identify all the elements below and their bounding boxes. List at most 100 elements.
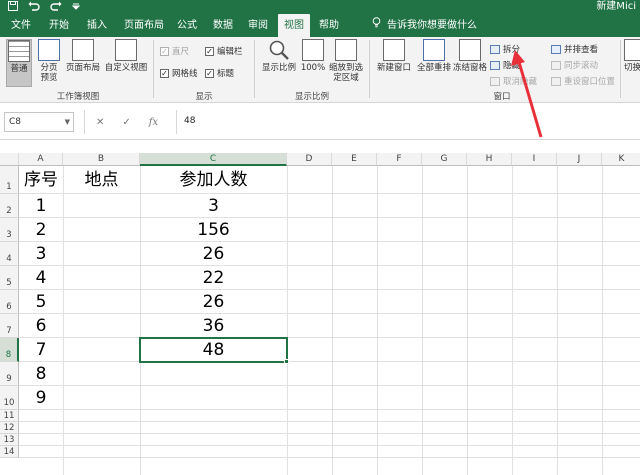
custom-views-button[interactable]: 自定义视图	[103, 39, 149, 73]
cell-c5[interactable]: 22	[140, 266, 287, 290]
row-header[interactable]: 10	[0, 386, 19, 410]
cell-c7[interactable]: 36	[140, 314, 287, 338]
cell-a9[interactable]: 8	[19, 362, 63, 386]
undo-icon[interactable]	[28, 1, 40, 14]
row-header[interactable]: 7	[0, 314, 19, 338]
column-header[interactable]: C	[140, 153, 287, 166]
insert-function-icon[interactable]: fx	[149, 117, 158, 128]
gridline	[602, 166, 603, 475]
fill-handle[interactable]	[284, 359, 289, 364]
redo-icon[interactable]	[50, 1, 62, 14]
gridline	[19, 457, 640, 458]
row-header[interactable]: 4	[0, 242, 19, 266]
ruler-checkbox[interactable]: ✓ 直尺	[160, 45, 189, 57]
cell-a3[interactable]: 2	[19, 218, 63, 242]
column-header[interactable]: H	[467, 153, 512, 166]
cell-a2[interactable]: 1	[19, 194, 63, 218]
zoom-100-button[interactable]: 100%	[300, 39, 326, 73]
save-icon[interactable]	[8, 0, 18, 14]
row-header[interactable]: 1	[0, 166, 19, 194]
cell-a6[interactable]: 5	[19, 290, 63, 314]
formula-input[interactable]: 48	[184, 112, 195, 130]
column-header[interactable]: D	[287, 153, 332, 166]
switch-windows-button[interactable]: 切换	[624, 39, 640, 73]
cell-b1[interactable]: 地点	[63, 166, 140, 194]
row-header[interactable]: 14	[0, 446, 19, 458]
tab-formulas[interactable]: 公式	[172, 14, 202, 37]
tab-data[interactable]: 数据	[208, 14, 238, 37]
column-header[interactable]: J	[557, 153, 602, 166]
gridline	[19, 385, 640, 386]
row-header[interactable]: 3	[0, 218, 19, 242]
cell-c3[interactable]: 156	[140, 218, 287, 242]
hide-button[interactable]: 隐藏	[490, 59, 520, 71]
tab-page-layout[interactable]: 页面布局	[119, 14, 169, 37]
column-header[interactable]: E	[332, 153, 377, 166]
cell-a7[interactable]: 6	[19, 314, 63, 338]
zoom-to-selection-button[interactable]: 缩放到选定区域	[328, 39, 364, 83]
select-all-corner[interactable]	[0, 153, 19, 166]
tab-help[interactable]: 帮助	[314, 14, 344, 37]
row-header[interactable]: 9	[0, 362, 19, 386]
cell-a5[interactable]: 4	[19, 266, 63, 290]
view-side-by-side-button[interactable]: 并排查看	[551, 43, 598, 55]
gridline	[19, 265, 640, 266]
cell-c6[interactable]: 26	[140, 290, 287, 314]
row-header[interactable]: 13	[0, 434, 19, 446]
custom-views-icon	[115, 39, 137, 61]
tab-review[interactable]: 审阅	[243, 14, 273, 37]
magnifier-icon	[268, 39, 290, 61]
page-break-preview-button[interactable]: 分页预览	[36, 39, 62, 83]
tab-home[interactable]: 开始	[44, 14, 74, 37]
new-window-button[interactable]: 新建窗口	[374, 39, 414, 73]
row-header[interactable]: 6	[0, 290, 19, 314]
new-window-icon	[383, 39, 405, 61]
cancel-icon[interactable]: ✕	[96, 117, 104, 128]
lightbulb-icon	[372, 14, 381, 37]
column-header[interactable]: K	[602, 153, 640, 166]
ribbon-divider	[620, 40, 621, 98]
normal-view-button[interactable]: 普通	[6, 39, 32, 87]
cell-a10[interactable]: 9	[19, 386, 63, 410]
cell-c1[interactable]: 参加人数	[140, 166, 287, 194]
row-header[interactable]: 8	[0, 338, 19, 362]
row-header[interactable]: 12	[0, 422, 19, 434]
cell-a1[interactable]: 序号	[19, 166, 63, 194]
tab-view[interactable]: 视图	[278, 14, 310, 37]
row-header[interactable]: 11	[0, 410, 19, 422]
reset-window-position-button[interactable]: 重设窗口位置	[551, 75, 615, 87]
cell-a4[interactable]: 3	[19, 242, 63, 266]
name-box[interactable]: C8 ▼	[4, 112, 74, 132]
page-layout-view-button[interactable]: 页面布局	[64, 39, 102, 73]
column-header[interactable]: G	[422, 153, 467, 166]
tab-insert[interactable]: 插入	[82, 14, 112, 37]
unhide-button[interactable]: 取消隐藏	[490, 75, 537, 87]
arrange-all-button[interactable]: 全部重排	[414, 39, 454, 73]
synchronous-scrolling-button[interactable]: 同步滚动	[551, 59, 598, 71]
cell-a8[interactable]: 7	[19, 338, 63, 362]
enter-icon[interactable]: ✓	[122, 117, 130, 128]
worksheet-grid[interactable]: A B C D E F G H I J K 1 2 3 4 5 6 7 8 9 …	[0, 153, 640, 475]
row-header[interactable]: 5	[0, 266, 19, 290]
freeze-panes-button[interactable]: 冻结窗格	[453, 39, 487, 73]
row-header[interactable]: 2	[0, 194, 19, 218]
column-header[interactable]: I	[512, 153, 557, 166]
tell-me-search[interactable]: 告诉我你想要做什么	[372, 14, 477, 37]
column-header[interactable]: A	[19, 153, 63, 166]
group-label-window: 窗口	[493, 92, 511, 102]
split-button[interactable]: 拆分	[490, 43, 520, 55]
cell-c4[interactable]: 26	[140, 242, 287, 266]
gridlines-checkbox[interactable]: ✓ 网格线	[160, 67, 198, 79]
cell-c2[interactable]: 3	[140, 194, 287, 218]
formula-bar-checkbox[interactable]: ✓ 编辑栏	[205, 45, 243, 57]
tab-file[interactable]: 文件	[6, 14, 36, 37]
title-bar: 新建Mici	[0, 0, 640, 14]
headings-checkbox[interactable]: ✓ 标题	[205, 67, 234, 79]
chevron-down-icon[interactable]: ▼	[65, 113, 70, 131]
gridlines-check-mark: ✓	[160, 68, 169, 78]
side-by-side-label: 并排查看	[564, 45, 599, 55]
column-header[interactable]: F	[377, 153, 422, 166]
customize-dropdown-icon[interactable]	[71, 2, 81, 13]
column-header[interactable]: B	[63, 153, 140, 166]
zoom-button[interactable]: 显示比例	[259, 39, 299, 73]
